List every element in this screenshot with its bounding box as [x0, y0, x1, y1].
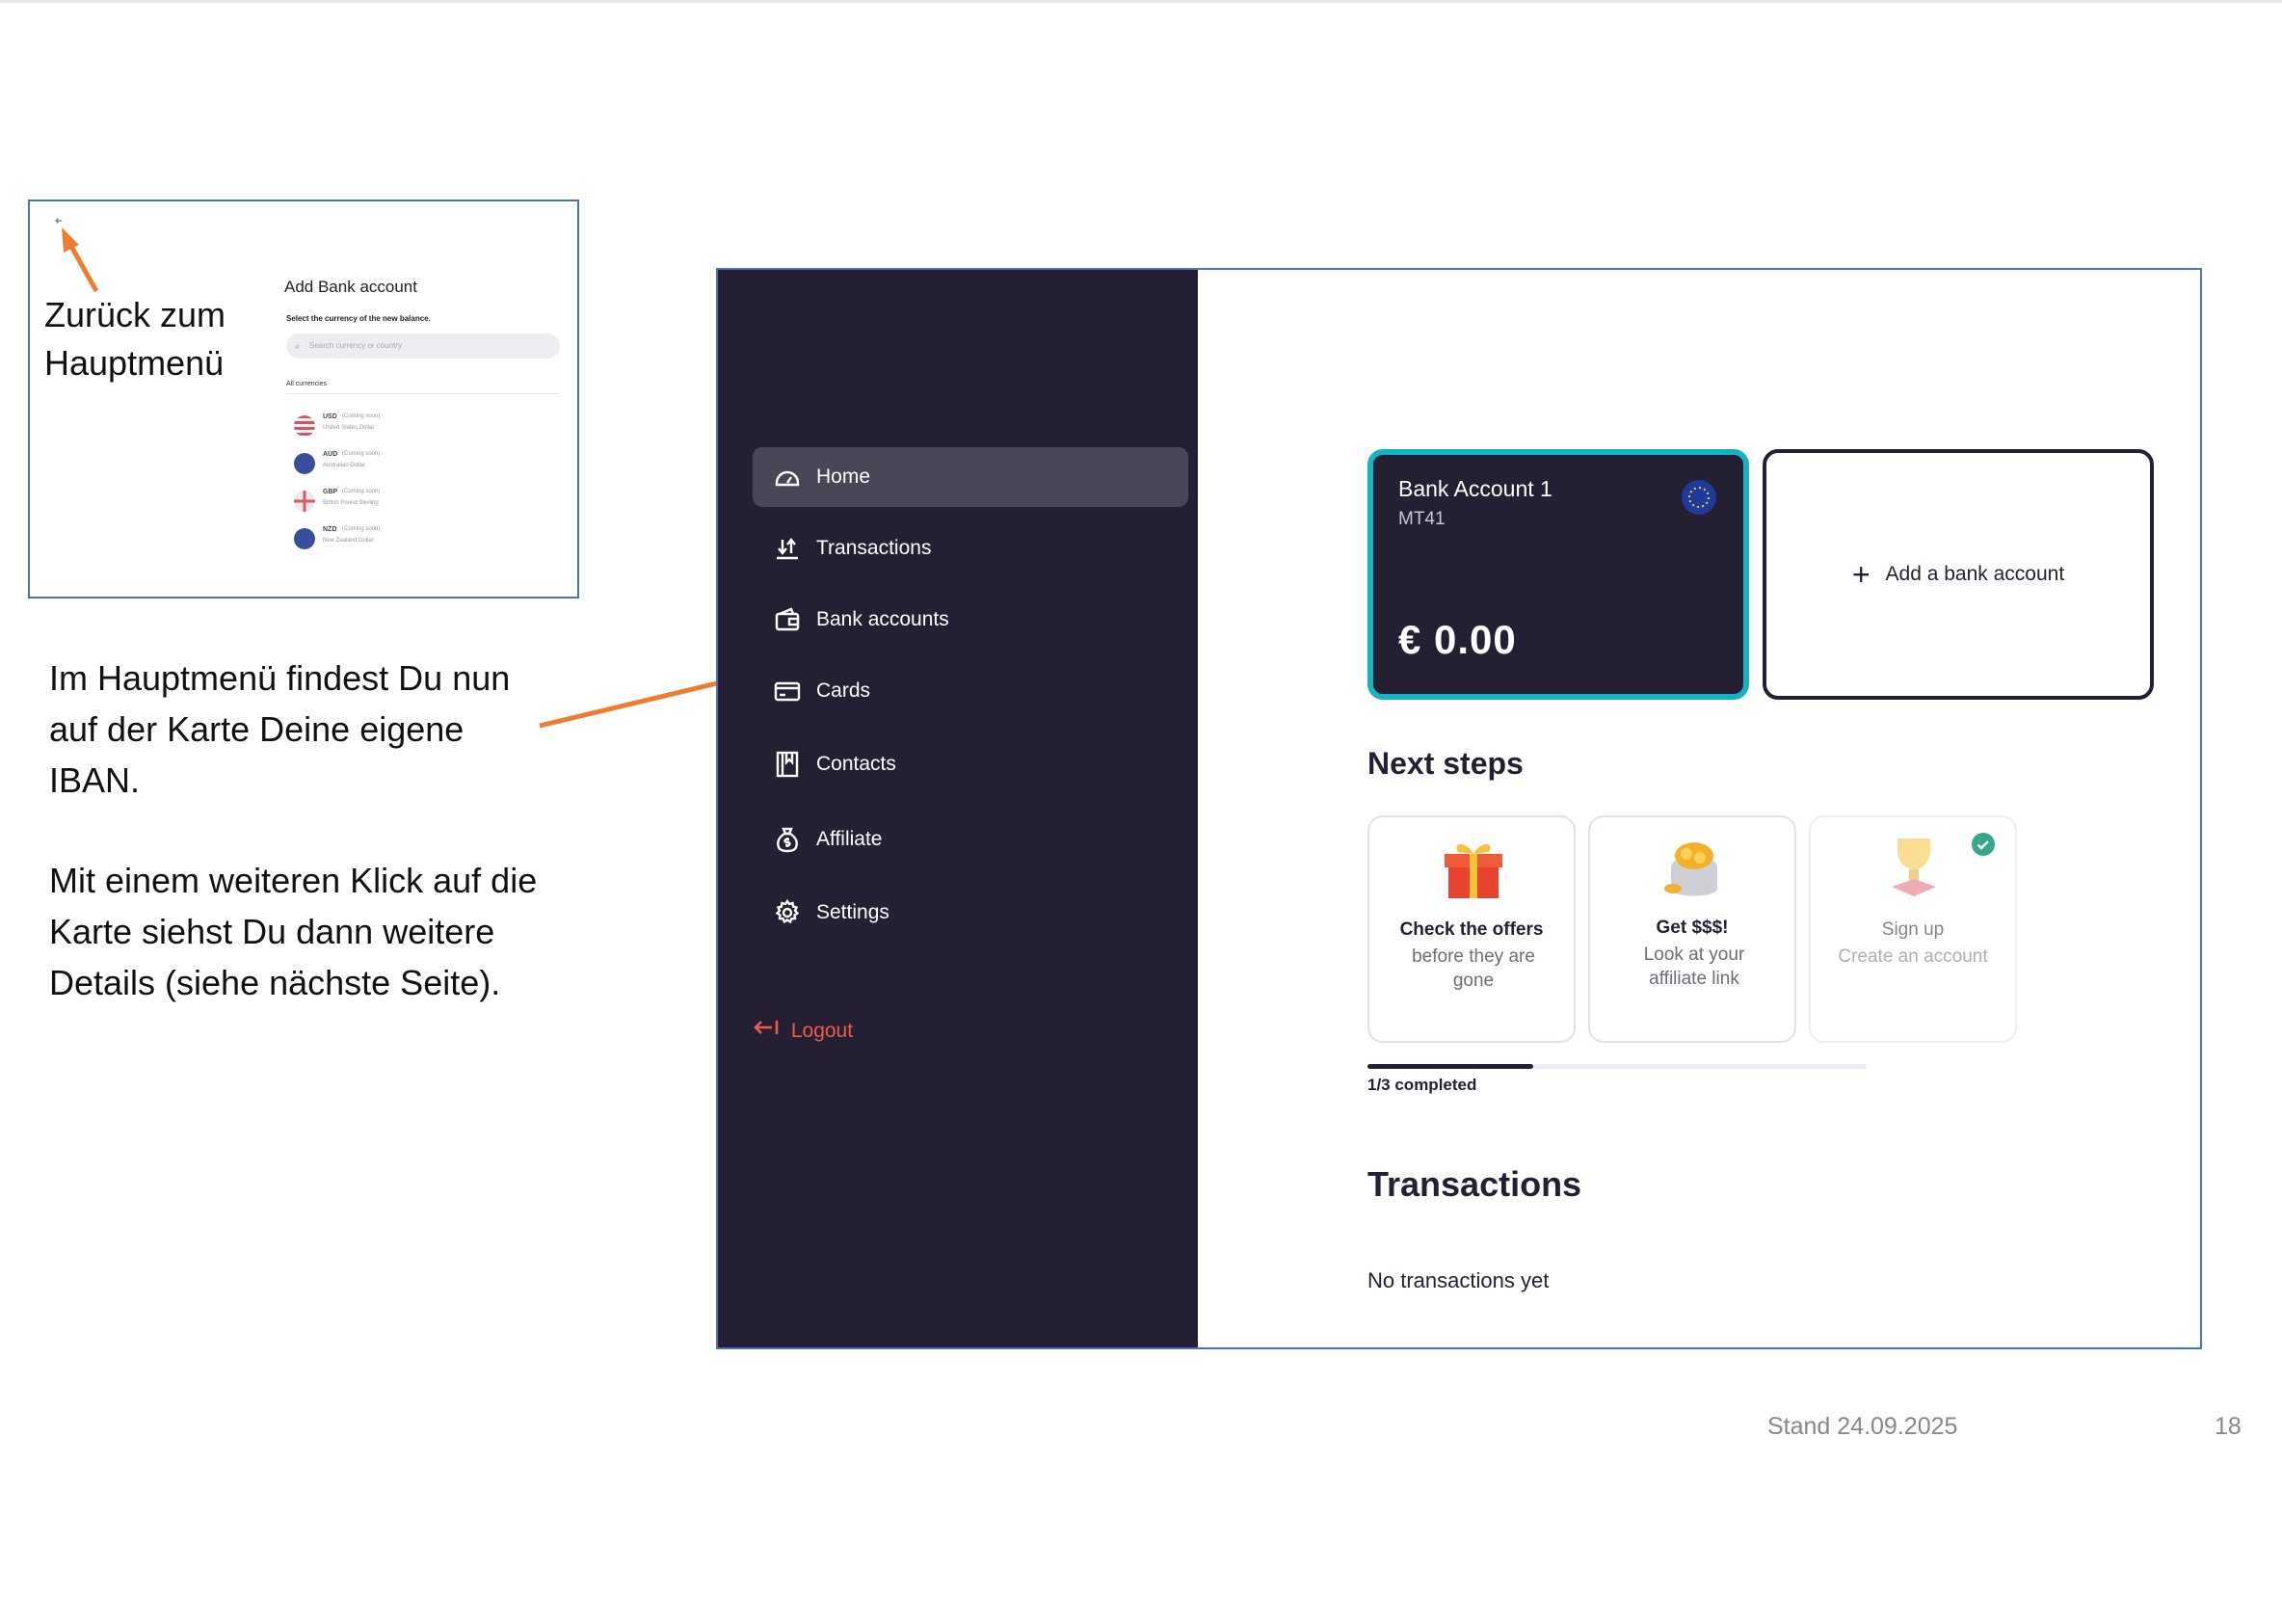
currency-name: United States Dollar [323, 425, 375, 431]
bank-account-card[interactable]: Bank Account 1 MT41 € 0.00 [1367, 449, 1749, 700]
back-arrow-icon[interactable] [53, 215, 65, 226]
page-number: 18 [2215, 1413, 2242, 1440]
sidebar: Home Transactions Bank accounts Cards Co… [718, 270, 1198, 1347]
au-flag-icon [294, 453, 315, 474]
logout-label: Logout [790, 1020, 854, 1042]
sidebar-item-label: Bank accounts [816, 608, 949, 630]
check-icon [1972, 833, 1995, 856]
sidebar-item-home[interactable]: Home [753, 447, 1188, 507]
sidebar-item-transactions[interactable]: Transactions [753, 519, 1188, 578]
details-explanation: Mit einem weiteren Klick auf die Karte s… [49, 855, 537, 1008]
currency-row[interactable]: AUD (Coming soon) Australian Dollar [294, 449, 544, 482]
progress-label: 1/3 completed [1367, 1076, 1477, 1094]
trophy-icon [1880, 833, 1948, 902]
slide-top-rule [0, 0, 2282, 3]
currency-tag: (Coming soon) [342, 489, 381, 494]
eu-flag-icon [1682, 480, 1716, 515]
next-steps-heading: Next steps [1367, 746, 1524, 781]
text-line: Mit einem weiteren Klick auf die [49, 861, 538, 900]
back-annotation-label: Zurück zum Hauptmenü [44, 291, 226, 387]
us-flag-icon [294, 415, 315, 437]
divider [286, 393, 560, 394]
sidebar-item-affiliate[interactable]: Affiliate [753, 810, 1188, 869]
currency-code: USD [323, 413, 337, 420]
mini-subtitle: Select the currency of the new balance. [286, 314, 431, 323]
currency-row[interactable]: GBP (Coming soon) British Pound Sterling [294, 487, 544, 519]
logout-button[interactable]: Logout [753, 1012, 853, 1051]
gear-icon [772, 883, 803, 943]
currency-row[interactable]: USD (Coming soon) United States Dollar [294, 412, 544, 444]
currency-name: Australian Dollar [323, 463, 366, 468]
currency-name: New Zealand Dollar [323, 538, 374, 544]
currency-code: AUD [323, 451, 338, 458]
currency-tag: (Coming soon) [342, 413, 381, 419]
text-line: Details (siehe nächste Seite). [49, 963, 501, 1002]
mini-search-placeholder: Search currency or country [309, 341, 403, 350]
nz-flag-icon [294, 528, 315, 549]
transfer-arrows-icon [772, 519, 803, 578]
step-card-offers[interactable]: Check the offers before they are gone [1367, 815, 1576, 1043]
transactions-empty-state: No transactions yet [1367, 1268, 1550, 1292]
back-label-line: Zurück zum [44, 295, 226, 334]
account-balance: € 0.00 [1398, 617, 1517, 662]
iban-explanation: Im Hauptmenü findest Du nun auf der Kart… [49, 652, 510, 806]
account-iban: MT41 [1398, 509, 1446, 529]
contacts-book-icon [772, 734, 803, 794]
banking-app-screenshot: Home Transactions Bank accounts Cards Co… [716, 268, 2202, 1349]
text-line: Im Hauptmenü findest Du nun [49, 658, 511, 698]
account-name: Bank Account 1 [1398, 476, 1552, 501]
text-line: IBAN. [49, 760, 141, 800]
dashboard-icon [772, 447, 803, 507]
credit-card-icon [772, 661, 803, 721]
currency-code: GBP [323, 489, 338, 495]
main-content: Bank Account 1 MT41 € 0.00 + Add a bank … [1198, 270, 2200, 1347]
logout-icon [753, 1012, 782, 1051]
step-title: Get $$$! [1656, 918, 1729, 938]
step-desc: Look at your affiliate link [1643, 945, 1745, 989]
sidebar-item-contacts[interactable]: Contacts [753, 734, 1188, 794]
search-icon: ⌕ [295, 341, 301, 351]
gift-icon [1443, 835, 1504, 902]
sidebar-item-label: Affiliate [816, 828, 883, 850]
add-account-content: + Add a bank account [1766, 453, 2150, 696]
text-line: Karte siehst Du dann weitere [49, 912, 495, 951]
steps-progress-track [1367, 1064, 1867, 1069]
wallet-icon [772, 590, 803, 650]
add-account-label: Add a bank account [1885, 563, 2065, 585]
step-desc: before they are gone [1412, 946, 1535, 991]
money-bag-icon [772, 810, 803, 869]
text-line: auf der Karte Deine eigene [49, 709, 464, 749]
footer-date: Stand 24.09.2025 [1767, 1413, 1958, 1440]
step-title: Sign up [1881, 919, 1945, 940]
step-desc: Create an account [1838, 946, 1988, 967]
sidebar-item-label: Home [816, 466, 871, 488]
coins-bag-icon [1658, 835, 1731, 902]
currency-tag: (Coming soon) [342, 526, 381, 532]
step-title: Check the offers [1399, 919, 1544, 940]
sidebar-item-cards[interactable]: Cards [753, 661, 1188, 721]
add-bank-account-thumbnail: Add Bank account Select the currency of … [28, 200, 579, 599]
currency-name: British Pound Sterling [323, 500, 379, 506]
sidebar-item-label: Cards [816, 679, 871, 702]
currency-tag: (Coming soon) [342, 451, 381, 457]
mini-page-title: Add Bank account [284, 278, 417, 296]
back-label-line: Hauptmenü [44, 343, 225, 383]
currency-code: NZD [323, 526, 337, 533]
uk-flag-icon [294, 491, 315, 512]
mini-search-input[interactable]: ⌕ Search currency or country [286, 333, 560, 359]
plus-icon: + [1851, 557, 1871, 592]
sidebar-item-label: Transactions [816, 537, 932, 559]
sidebar-item-settings[interactable]: Settings [753, 883, 1188, 943]
steps-progress-fill [1367, 1064, 1534, 1069]
transactions-heading: Transactions [1367, 1164, 1582, 1204]
mini-all-currencies-label: All currencies [286, 381, 328, 387]
currency-row[interactable]: NZD (Coming soon) New Zealand Dollar [294, 524, 544, 557]
sidebar-item-bank-accounts[interactable]: Bank accounts [753, 590, 1188, 650]
sidebar-item-label: Settings [816, 901, 889, 923]
step-card-affiliate[interactable]: Get $$$! Look at your affiliate link [1588, 815, 1796, 1043]
add-bank-account-card[interactable]: + Add a bank account [1763, 449, 2154, 700]
sidebar-item-label: Contacts [816, 753, 896, 775]
